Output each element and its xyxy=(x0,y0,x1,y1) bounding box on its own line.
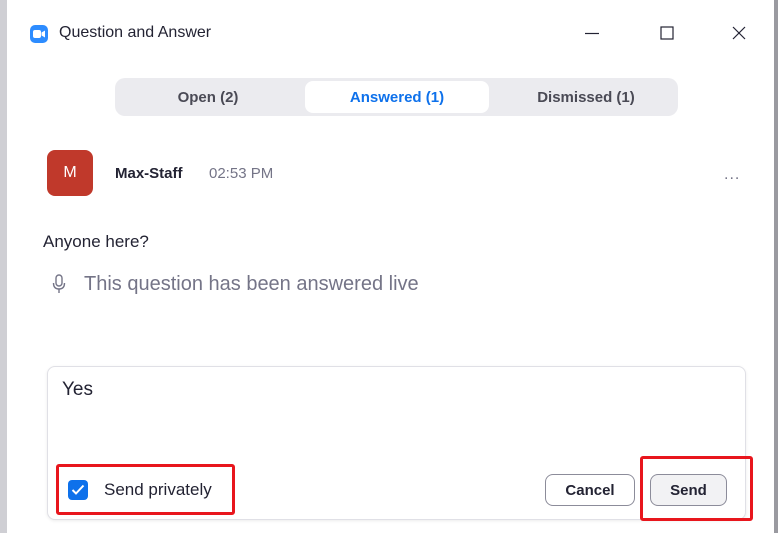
close-icon[interactable] xyxy=(724,18,754,48)
send-button-highlight xyxy=(640,456,753,521)
cancel-button[interactable]: Cancel xyxy=(545,474,635,506)
tab-answered[interactable]: Answered (1) xyxy=(305,81,489,113)
tab-bar: Open (2) Answered (1) Dismissed (1) xyxy=(115,78,678,116)
send-privately-highlight xyxy=(56,464,235,515)
minimize-icon[interactable] xyxy=(577,18,607,48)
zoom-app-icon xyxy=(30,25,48,43)
window-left-border xyxy=(0,0,7,533)
tab-open[interactable]: Open (2) xyxy=(118,81,298,113)
tab-dismissed[interactable]: Dismissed (1) xyxy=(496,81,676,113)
window-right-border xyxy=(774,0,778,533)
reply-input-text: Yes xyxy=(62,379,93,400)
microphone-icon xyxy=(52,274,66,299)
maximize-icon[interactable] xyxy=(652,18,682,48)
answered-live-status: This question has been answered live xyxy=(84,273,419,295)
title-bar: Question and Answer xyxy=(7,0,774,70)
window-title: Question and Answer xyxy=(59,24,212,41)
avatar: M xyxy=(47,150,93,196)
question-text: Anyone here? xyxy=(43,232,149,251)
more-icon[interactable]: ... xyxy=(724,166,740,184)
question-author: Max-Staff xyxy=(115,165,183,182)
question-time: 02:53 PM xyxy=(209,165,274,182)
